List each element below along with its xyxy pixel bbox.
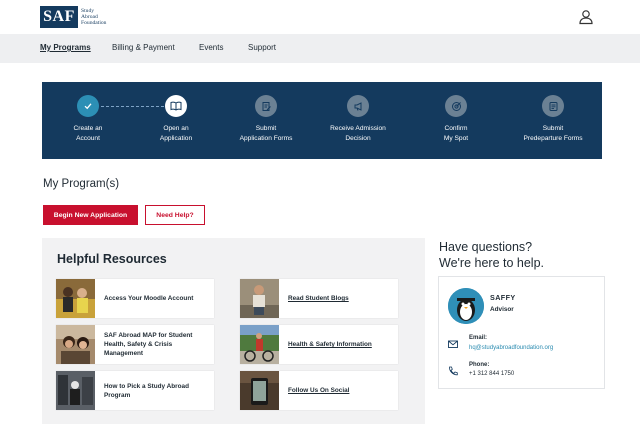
check-icon	[77, 95, 99, 117]
user-icon[interactable]	[578, 9, 594, 25]
resource-card-social[interactable]: Follow Us On Social	[240, 371, 398, 410]
resource-card-moodle[interactable]: Access Your Moodle Account	[56, 279, 214, 318]
phone-photo	[240, 371, 279, 410]
begin-new-application-button[interactable]: Begin New Application	[43, 205, 138, 225]
page-title: My Program(s)	[43, 178, 120, 190]
form-icon	[255, 95, 277, 117]
advisor-name: SAFFY	[490, 293, 516, 302]
phone-icon	[449, 366, 458, 376]
nav-support[interactable]: Support	[248, 43, 276, 52]
resource-label: Access Your Moodle Account	[104, 295, 194, 302]
step-confirm-spot: Confirm My Spot	[406, 95, 506, 143]
friends-photo	[56, 325, 95, 364]
application-progress: Create an Account Open an Application Subm…	[42, 82, 602, 159]
logo-wordmark: Study Abroad Foundation	[81, 8, 107, 26]
cyclist-photo	[240, 325, 279, 364]
student-blog-photo	[240, 279, 279, 318]
advisor-avatar	[448, 288, 484, 324]
resource-label: Follow Us On Social	[288, 387, 350, 394]
email-link[interactable]: hq@studyabroadfoundation.org	[469, 345, 553, 351]
nav-billing-payment[interactable]: Billing & Payment	[112, 43, 175, 52]
step-label: Confirm My Spot	[443, 125, 469, 142]
helpful-resources-panel: Helpful Resources Access Your Moodle Acc…	[42, 238, 425, 424]
resource-label: SAF Abroad MAP for Student Health, Safet…	[104, 332, 193, 357]
envelope-icon	[448, 340, 458, 348]
resource-card-blogs[interactable]: Read Student Blogs	[240, 279, 398, 318]
book-icon	[165, 95, 187, 117]
students-photo	[56, 279, 95, 318]
email-label: Email:	[469, 335, 488, 341]
resource-label: Health & Safety Information	[288, 341, 372, 348]
megaphone-icon	[347, 95, 369, 117]
resource-label: Read Student Blogs	[288, 295, 349, 302]
need-help-button[interactable]: Need Help?	[145, 205, 205, 225]
phone-number: +1 312 844 1750	[469, 371, 515, 377]
logo-mark: SAF	[40, 6, 78, 28]
resource-card-pick-program[interactable]: How to Pick a Study Abroad Program	[56, 371, 214, 410]
step-label: Submit Predeparture Forms	[523, 125, 583, 142]
target-icon	[445, 95, 467, 117]
main-nav: My Programs Billing & Payment Events Sup…	[0, 34, 640, 63]
resource-card-abroad-map[interactable]: SAF Abroad MAP for Student Health, Safet…	[56, 325, 214, 364]
nav-my-programs[interactable]: My Programs	[40, 43, 91, 52]
step-label: Open an Application	[159, 125, 193, 142]
site-header: SAF Study Abroad Foundation	[0, 0, 640, 34]
resources-title: Helpful Resources	[57, 252, 167, 266]
step-create-account: Create an Account	[38, 95, 138, 143]
resource-card-health-safety[interactable]: Health & Safety Information	[240, 325, 398, 364]
nav-events[interactable]: Events	[199, 43, 223, 52]
saf-logo[interactable]: SAF Study Abroad Foundation	[40, 6, 121, 28]
step-label: Create an Account	[73, 125, 103, 142]
phone-label: Phone:	[469, 362, 490, 368]
step-submit-forms: Submit Application Forms	[216, 95, 316, 143]
step-label: Receive Admission Decision	[330, 125, 386, 142]
step-label: Submit Application Forms	[239, 125, 293, 142]
advisor-card: SAFFY Advisor Email: hq@studyabroadfound…	[438, 276, 605, 389]
resource-label: How to Pick a Study Abroad Program	[104, 382, 189, 399]
city-photo	[56, 371, 95, 410]
step-predeparture-forms: Submit Predeparture Forms	[503, 95, 603, 143]
step-open-application: Open an Application	[126, 95, 226, 143]
step-admission-decision: Receive Admission Decision	[308, 95, 408, 143]
questions-heading: Have questions? We're here to help.	[439, 240, 544, 270]
document-icon	[542, 95, 564, 117]
advisor-role: Advisor	[490, 306, 514, 313]
